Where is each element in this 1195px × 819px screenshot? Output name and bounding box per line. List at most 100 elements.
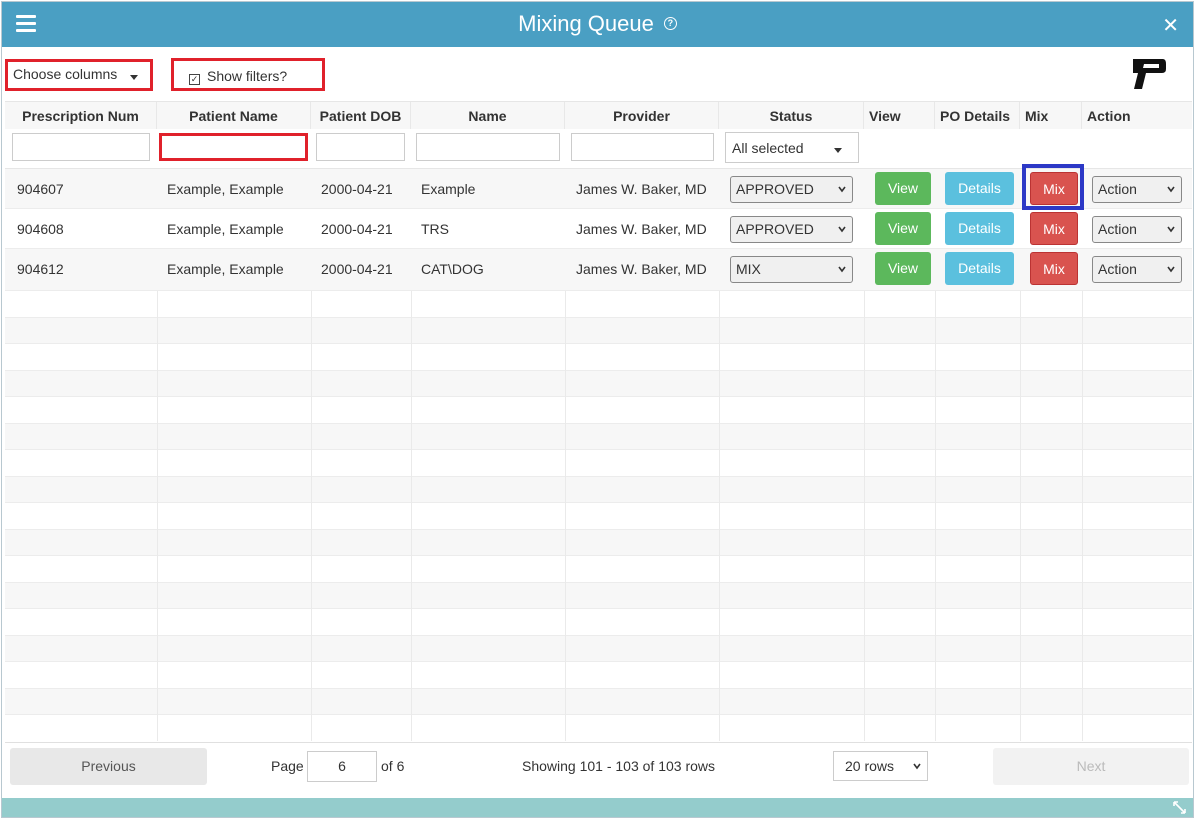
empty-row xyxy=(5,291,1192,318)
details-button[interactable]: Details xyxy=(945,212,1014,245)
previous-button[interactable]: Previous xyxy=(10,748,207,785)
header-action: Action xyxy=(1087,108,1131,124)
filter-prescription-num-input[interactable] xyxy=(12,133,150,161)
pagination-bar: Previous Page 6 of 6 Showing 101 - 103 o… xyxy=(5,742,1192,790)
column-divider xyxy=(719,291,720,741)
cell-prescription-num: 904608 xyxy=(17,221,64,237)
table-header: Prescription Num Patient Name Patient DO… xyxy=(5,101,1192,130)
show-filters-toggle[interactable]: ✓ Show filters? xyxy=(171,58,325,91)
details-button[interactable]: Details xyxy=(945,252,1014,285)
header-provider[interactable]: Provider xyxy=(565,102,719,130)
filter-patient-dob-input[interactable] xyxy=(316,133,405,161)
status-select[interactable]: MIX xyxy=(730,256,853,283)
filter-status-select[interactable]: All selected xyxy=(725,132,859,163)
chevron-down-icon xyxy=(838,266,846,273)
header-name[interactable]: Name xyxy=(411,102,565,130)
mix-button-highlight xyxy=(1022,164,1084,210)
cell-prescription-num: 904612 xyxy=(17,261,64,277)
window-title: Mixing Queue? xyxy=(2,11,1193,37)
show-filters-label: Show filters? xyxy=(207,68,288,84)
table-row: 904608 Example, Example 2000-04-21 TRS J… xyxy=(5,209,1192,249)
mix-button[interactable]: Mix xyxy=(1030,252,1078,285)
toolbar: Choose columns ✓ Show filters? xyxy=(2,47,1193,101)
status-value: APPROVED xyxy=(736,221,814,237)
filter-provider-input[interactable] xyxy=(571,133,714,161)
cell-name: TRS xyxy=(421,221,449,237)
action-select[interactable]: Action xyxy=(1092,216,1182,243)
chevron-down-icon xyxy=(1167,226,1175,233)
cell-patient-name: Example, Example xyxy=(167,221,284,237)
details-button[interactable]: Details xyxy=(945,172,1014,205)
empty-row xyxy=(5,397,1192,424)
header-prescription-num[interactable]: Prescription Num xyxy=(5,102,157,130)
column-divider xyxy=(565,291,566,741)
page-label: Page xyxy=(271,758,304,774)
chevron-down-icon xyxy=(1167,186,1175,193)
cell-name: Example xyxy=(421,181,476,197)
header-patient-dob[interactable]: Patient DOB xyxy=(311,102,411,130)
view-button[interactable]: View xyxy=(875,212,931,245)
mix-button[interactable]: Mix xyxy=(1030,212,1078,245)
choose-columns-label: Choose columns xyxy=(13,66,118,82)
close-icon[interactable]: ✕ xyxy=(1162,13,1179,38)
column-divider xyxy=(1020,291,1021,741)
view-button[interactable]: View xyxy=(875,172,931,205)
bottom-bar xyxy=(2,798,1193,817)
cell-patient-dob: 2000-04-21 xyxy=(321,261,393,277)
empty-rows-area xyxy=(5,291,1192,741)
column-divider xyxy=(411,291,412,741)
empty-row xyxy=(5,609,1192,636)
header-status[interactable]: Status xyxy=(719,102,864,130)
empty-row xyxy=(5,529,1192,556)
empty-row xyxy=(5,582,1192,609)
action-select[interactable]: Action xyxy=(1092,176,1182,203)
column-divider xyxy=(311,291,312,741)
filter-patient-name-input[interactable] xyxy=(159,133,308,161)
checkbox-checked-icon[interactable]: ✓ xyxy=(189,74,200,85)
choose-columns-dropdown[interactable]: Choose columns xyxy=(5,59,153,91)
filter-status-value: All selected xyxy=(732,140,804,156)
rows-per-page-select[interactable]: 20 rows xyxy=(833,751,928,781)
page-number-input[interactable]: 6 xyxy=(307,751,377,782)
chevron-down-icon xyxy=(838,186,846,193)
help-icon[interactable]: ? xyxy=(663,16,677,30)
empty-row xyxy=(5,635,1192,662)
title-bar: Mixing Queue? ✕ xyxy=(2,2,1193,47)
caret-down-icon xyxy=(834,148,842,153)
chevron-down-icon xyxy=(913,763,921,770)
header-patient-name[interactable]: Patient Name xyxy=(157,102,311,130)
action-value: Action xyxy=(1098,221,1137,237)
cell-provider: James W. Baker, MD xyxy=(576,261,707,277)
table-row: 904607 Example, Example 2000-04-21 Examp… xyxy=(5,164,1192,210)
header-view: View xyxy=(864,102,935,130)
cell-patient-name: Example, Example xyxy=(167,181,284,197)
action-select[interactable]: Action xyxy=(1092,256,1182,283)
resize-icon[interactable] xyxy=(1172,800,1187,815)
column-divider xyxy=(157,291,158,741)
mixing-queue-window: Mixing Queue? ✕ Choose columns ✓ Show fil… xyxy=(1,1,1194,818)
next-button[interactable]: Next xyxy=(993,748,1189,785)
status-select[interactable]: APPROVED xyxy=(730,216,853,243)
column-divider xyxy=(864,291,865,741)
empty-row xyxy=(5,688,1192,715)
chevron-down-icon xyxy=(838,226,846,233)
action-value: Action xyxy=(1098,181,1137,197)
status-select[interactable]: APPROVED xyxy=(730,176,853,203)
empty-row xyxy=(5,423,1192,450)
cell-prescription-num: 904607 xyxy=(17,181,64,197)
empty-row xyxy=(5,344,1192,371)
cell-patient-dob: 2000-04-21 xyxy=(321,181,393,197)
chevron-down-icon xyxy=(1167,266,1175,273)
filter-name-input[interactable] xyxy=(416,133,560,161)
status-value: APPROVED xyxy=(736,181,814,197)
view-button[interactable]: View xyxy=(875,252,931,285)
page-total-label: of 6 xyxy=(381,758,405,774)
table-row: 904612 Example, Example 2000-04-21 CAT\D… xyxy=(5,249,1192,291)
empty-row xyxy=(5,476,1192,503)
window-title-text: Mixing Queue xyxy=(518,11,654,36)
queue-table: Prescription Num Patient Name Patient DO… xyxy=(5,101,1192,741)
action-value: Action xyxy=(1098,261,1137,277)
cell-patient-dob: 2000-04-21 xyxy=(321,221,393,237)
column-divider xyxy=(935,291,936,741)
header-po-details: PO Details xyxy=(935,102,1020,130)
